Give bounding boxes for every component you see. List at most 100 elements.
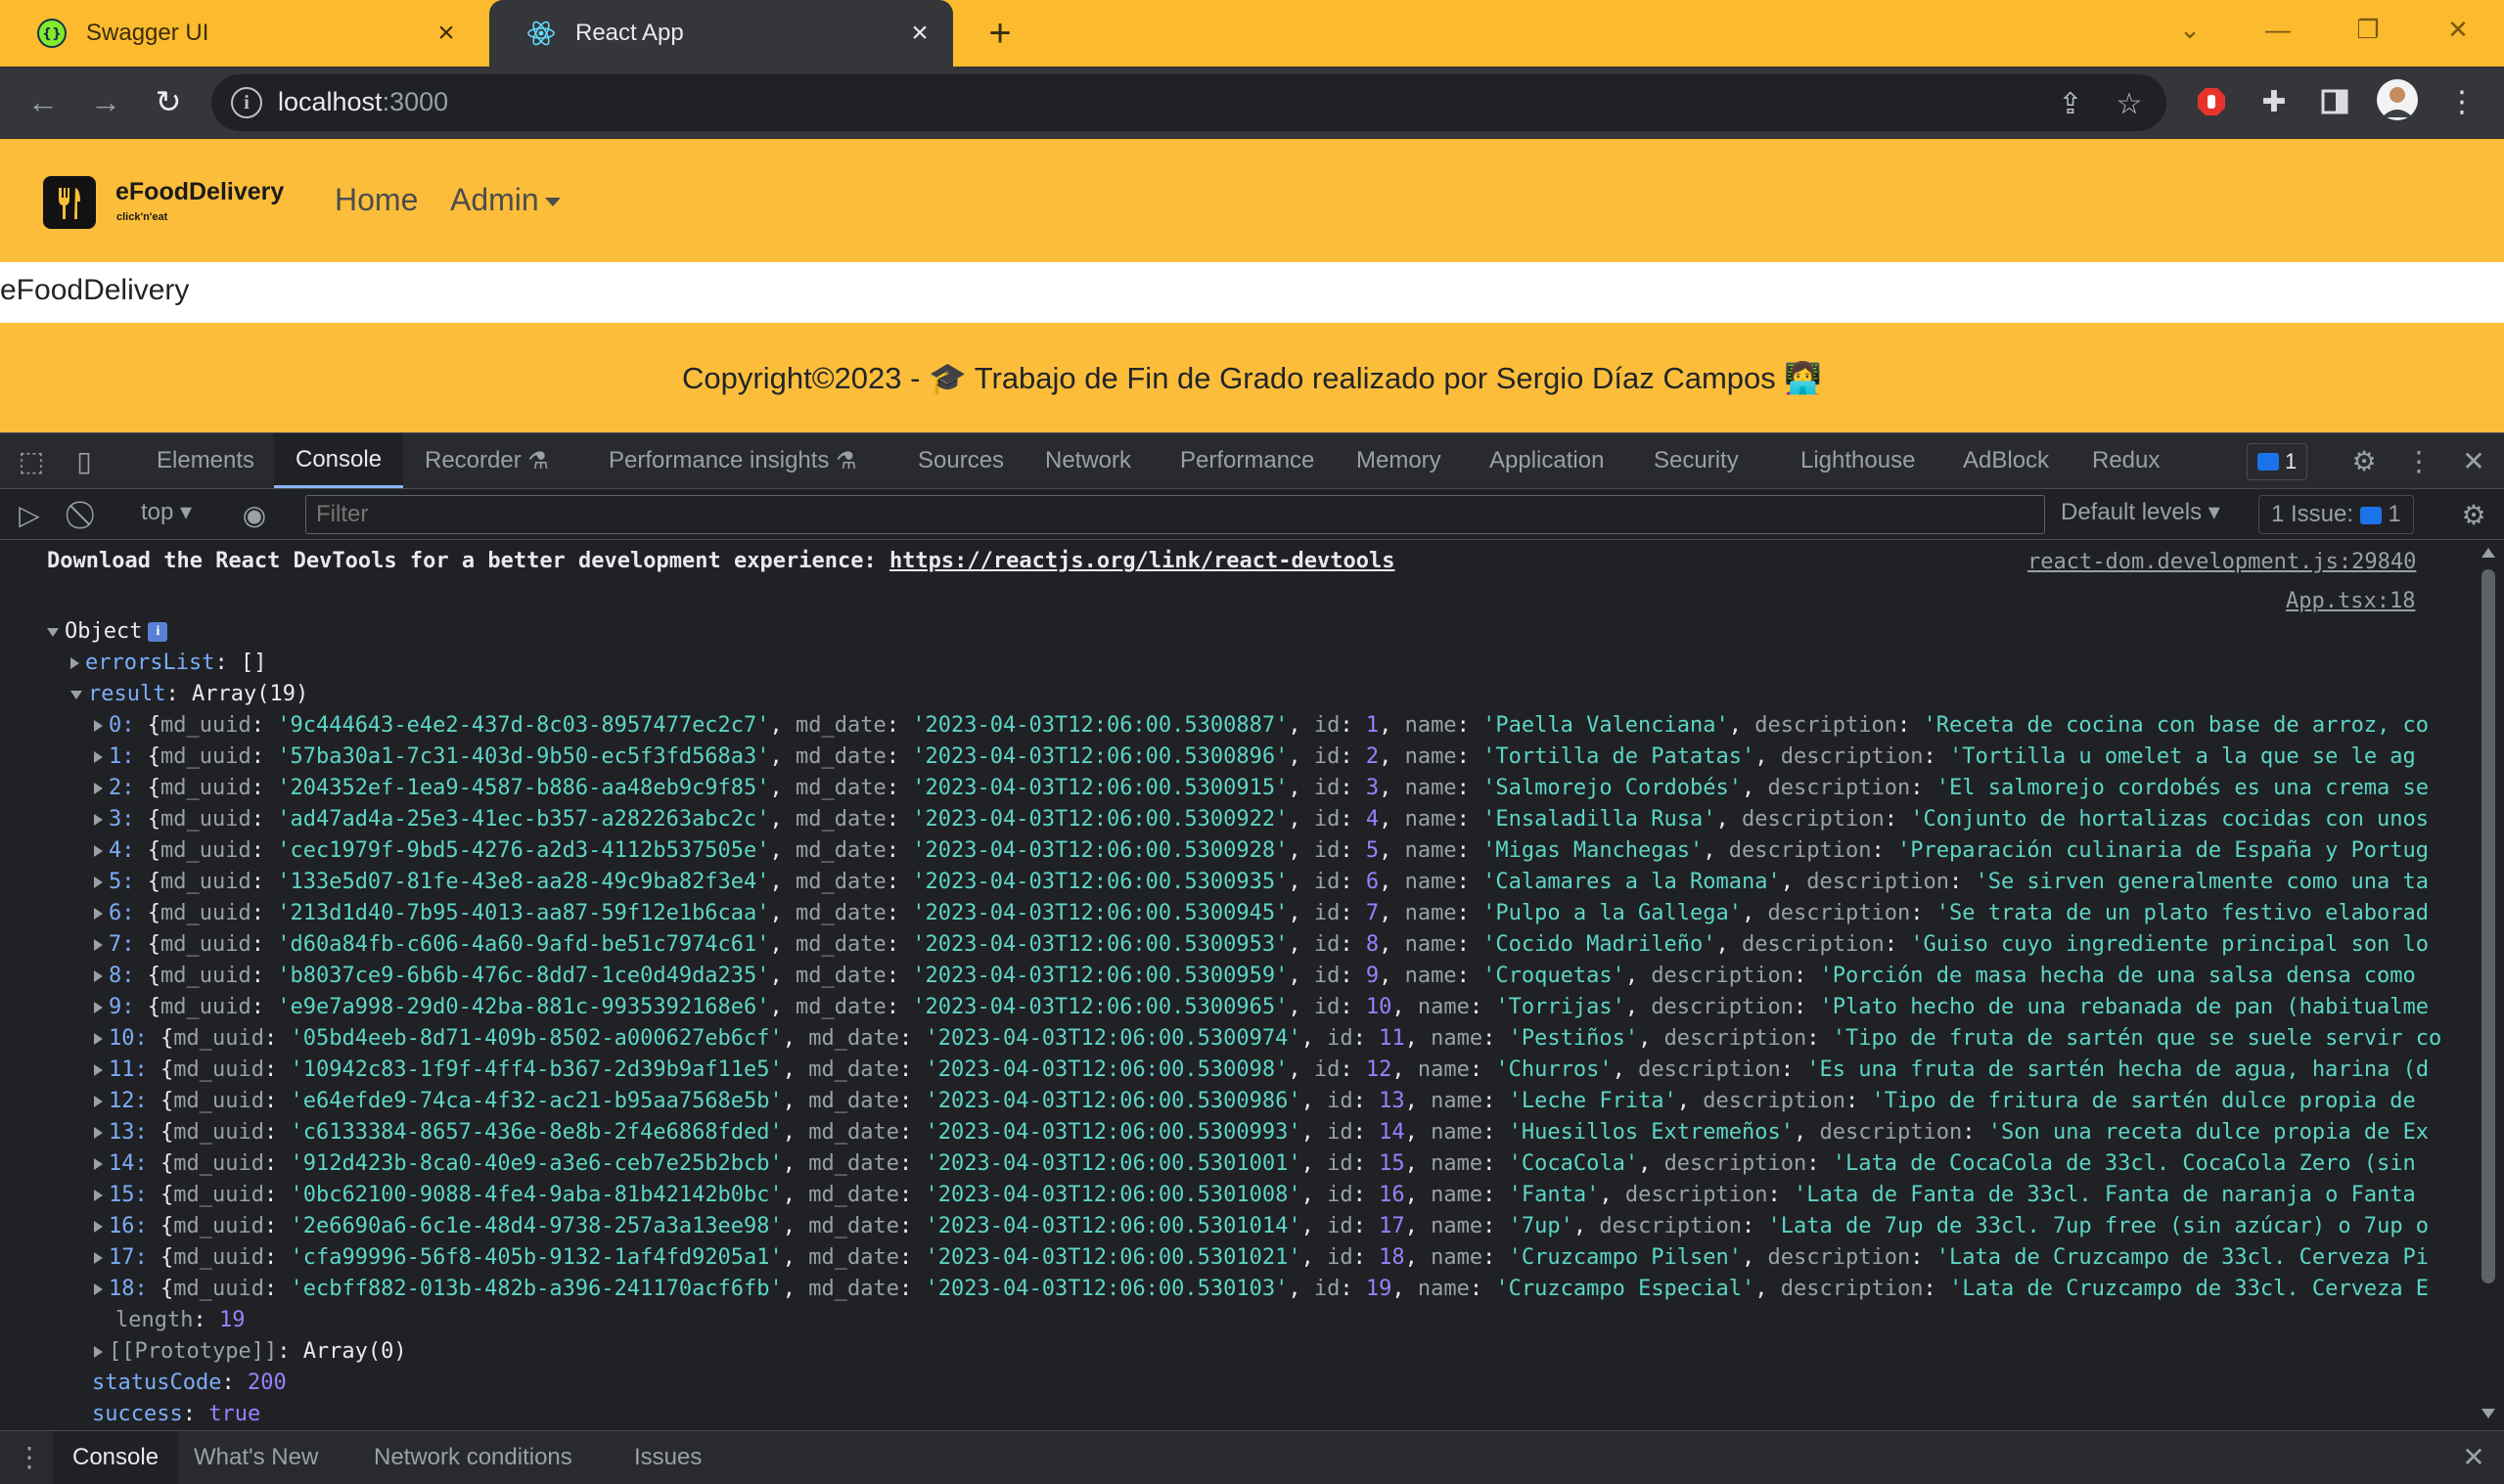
result-row[interactable]: 7: {md_uuid: 'd60a84fb-c606-4a60-9afd-be… xyxy=(94,929,2429,961)
drawer-tab-issues[interactable]: Issues xyxy=(615,1431,721,1484)
expand-triangle-icon xyxy=(70,657,79,669)
scroll-thumb[interactable] xyxy=(2481,569,2495,1283)
tab-memory[interactable]: Memory xyxy=(1335,433,1463,488)
result-row[interactable]: 11: {md_uuid: '10942c83-1f9f-4ff4-b367-2… xyxy=(94,1055,2429,1086)
tab-adblock[interactable]: AdBlock xyxy=(1941,433,2071,488)
row-name: 'Torrijas' xyxy=(1495,995,1625,1019)
result-row[interactable]: 17: {md_uuid: 'cfa99996-56f8-405b-9132-1… xyxy=(94,1242,2429,1274)
tab-recorder[interactable]: Recorder ⚗ xyxy=(403,433,570,488)
source-link[interactable]: react-dom.development.js:29840 xyxy=(2027,550,2416,574)
brand-name[interactable]: eFoodDelivery xyxy=(115,178,284,206)
close-window-icon[interactable]: ✕ xyxy=(2431,8,2485,51)
errors-list-entry[interactable]: errorsList: [] xyxy=(70,648,266,679)
tab-lighthouse[interactable]: Lighthouse xyxy=(1779,433,1936,488)
settings-gear-icon[interactable]: ⚙ xyxy=(2345,441,2384,480)
row-description: 'Preparación culinaria de España y Portu… xyxy=(1896,838,2430,863)
live-expression-eye-icon[interactable]: ◉ xyxy=(235,495,274,534)
share-icon[interactable]: ⇪ xyxy=(2051,84,2090,123)
tab-react-app[interactable]: React App × xyxy=(489,0,953,67)
row-date: '2023-04-03T12:06:00.5300896' xyxy=(912,744,1289,769)
scroll-down-icon[interactable] xyxy=(2481,1409,2495,1418)
expand-triangle-icon xyxy=(94,751,103,763)
result-row[interactable]: 18: {md_uuid: 'ecbff882-013b-482b-a396-2… xyxy=(94,1274,2429,1305)
close-drawer-icon[interactable]: ✕ xyxy=(2454,1437,2493,1476)
context-selector[interactable]: top ▾ xyxy=(141,498,192,526)
issues-counter[interactable]: 1 Issue: 1 xyxy=(2258,495,2414,534)
address-bar[interactable]: i localhost:3000 ⇪ ☆ xyxy=(211,74,2166,131)
tab-performance-insights[interactable]: Performance insights ⚗ xyxy=(587,433,879,488)
drawer-tab-whats-new[interactable]: What's New xyxy=(174,1431,338,1484)
close-tab-icon[interactable]: × xyxy=(427,14,466,53)
back-icon[interactable]: ← xyxy=(22,80,65,123)
tab-performance[interactable]: Performance xyxy=(1159,433,1336,488)
result-row[interactable]: 12: {md_uuid: 'e64efde9-74ca-4f32-ac21-b… xyxy=(94,1086,2416,1117)
tab-elements[interactable]: Elements xyxy=(135,433,276,488)
inspect-element-icon[interactable]: ⬚ xyxy=(12,441,51,480)
side-panel-icon[interactable] xyxy=(2313,80,2356,123)
drawer-tab-console[interactable]: Console xyxy=(53,1431,179,1484)
source-link[interactable]: App.tsx:18 xyxy=(2286,589,2415,613)
reload-icon[interactable]: ↻ xyxy=(147,80,190,123)
tab-sources[interactable]: Sources xyxy=(896,433,1025,488)
devtools-menu-icon[interactable]: ⋮ xyxy=(2399,441,2438,480)
result-row[interactable]: 15: {md_uuid: '0bc62100-9088-4fe4-9aba-8… xyxy=(94,1180,2416,1211)
sidebar-toggle-icon[interactable]: ▷ xyxy=(10,495,49,534)
nav-admin-dropdown[interactable]: Admin xyxy=(450,182,561,218)
result-row[interactable]: 5: {md_uuid: '133e5d07-81fe-43e8-aa28-49… xyxy=(94,867,2429,898)
status-code-entry: statusCode: 200 xyxy=(92,1371,287,1395)
scroll-up-icon[interactable] xyxy=(2481,548,2495,558)
prototype-entry[interactable]: [[Prototype]]: Array(0) xyxy=(94,1336,407,1368)
nav-home-link[interactable]: Home xyxy=(335,182,418,218)
tab-application[interactable]: Application xyxy=(1468,433,1625,488)
drawer-menu-icon[interactable]: ⋮ xyxy=(10,1437,49,1476)
console-scrollbar[interactable] xyxy=(2474,540,2504,1430)
extensions-puzzle-icon[interactable]: ✚ xyxy=(2253,80,2296,123)
expand-triangle-icon xyxy=(47,627,59,637)
console-settings-gear-icon[interactable]: ⚙ xyxy=(2454,495,2493,534)
result-row[interactable]: 0: {md_uuid: '9c444643-e4e2-437d-8c03-89… xyxy=(94,710,2429,742)
result-row[interactable]: 10: {md_uuid: '05bd4eeb-8d71-409b-8502-a… xyxy=(94,1023,2441,1055)
clear-console-icon[interactable]: ⃠ xyxy=(67,495,106,534)
close-devtools-icon[interactable]: ✕ xyxy=(2454,441,2493,480)
site-info-icon[interactable]: i xyxy=(231,87,262,118)
close-tab-icon[interactable]: × xyxy=(900,14,939,53)
tab-redux[interactable]: Redux xyxy=(2071,433,2181,488)
restore-icon[interactable]: ❐ xyxy=(2341,8,2395,51)
forward-icon[interactable]: → xyxy=(84,80,127,123)
tab-search-icon[interactable]: ⌄ xyxy=(2163,8,2217,51)
browser-menu-icon[interactable]: ⋮ xyxy=(2440,80,2483,123)
result-row[interactable]: 9: {md_uuid: 'e9e7a998-29d0-42ba-881c-99… xyxy=(94,992,2429,1023)
result-row[interactable]: 6: {md_uuid: '213d1d40-7b95-4013-aa87-59… xyxy=(94,898,2429,929)
bookmark-star-icon[interactable]: ☆ xyxy=(2110,84,2149,123)
fork-knife-logo-icon[interactable] xyxy=(43,176,96,229)
avatar[interactable] xyxy=(2376,78,2419,121)
minimize-icon[interactable]: — xyxy=(2251,8,2305,51)
page-heading-text: eFoodDelivery xyxy=(0,274,190,306)
row-uuid: '912d423b-8ca0-40e9-a3e6-ceb7e25b2bcb' xyxy=(290,1151,783,1176)
tab-console[interactable]: Console xyxy=(274,433,404,488)
device-toolbar-icon[interactable]: ▯ xyxy=(65,441,104,480)
drawer-tab-network-conditions[interactable]: Network conditions xyxy=(354,1431,592,1484)
issues-badge[interactable]: 1 xyxy=(2247,443,2308,480)
row-description: 'Lata de Cruzcampo de 33cl. Cerveza Pi xyxy=(1935,1245,2430,1270)
expand-triangle-icon xyxy=(94,814,103,826)
row-index: 3 xyxy=(109,807,122,832)
result-row[interactable]: 2: {md_uuid: '204352ef-1ea9-4587-b886-aa… xyxy=(94,773,2429,804)
result-row[interactable]: 16: {md_uuid: '2e6690a6-6c1e-48d4-9738-2… xyxy=(94,1211,2429,1242)
new-tab-button[interactable]: + xyxy=(979,12,1022,55)
result-row[interactable]: 13: {md_uuid: 'c6133384-8657-436e-8e8b-2… xyxy=(94,1117,2429,1148)
object-root[interactable]: Object i xyxy=(47,616,168,648)
result-row[interactable]: 3: {md_uuid: 'ad47ad4a-25e3-41ec-b357-a2… xyxy=(94,804,2429,835)
tab-swagger-ui[interactable]: {} Swagger UI × xyxy=(0,0,479,67)
result-row[interactable]: 4: {md_uuid: 'cec1979f-9bd5-4276-a2d3-41… xyxy=(94,835,2429,867)
adblock-icon[interactable] xyxy=(2190,80,2233,123)
console-filter-input[interactable] xyxy=(305,495,2045,534)
result-row[interactable]: 8: {md_uuid: 'b8037ce9-6b6b-476c-8dd7-1c… xyxy=(94,961,2416,992)
result-entry[interactable]: result: Array(19) xyxy=(70,679,308,710)
react-devtools-link[interactable]: https://reactjs.org/link/react-devtools xyxy=(889,549,1395,573)
tab-security[interactable]: Security xyxy=(1632,433,1760,488)
tab-network[interactable]: Network xyxy=(1024,433,1153,488)
result-row[interactable]: 1: {md_uuid: '57ba30a1-7c31-403d-9b50-ec… xyxy=(94,742,2416,773)
log-levels-dropdown[interactable]: Default levels ▾ xyxy=(2061,498,2220,526)
result-row[interactable]: 14: {md_uuid: '912d423b-8ca0-40e9-a3e6-c… xyxy=(94,1148,2416,1180)
